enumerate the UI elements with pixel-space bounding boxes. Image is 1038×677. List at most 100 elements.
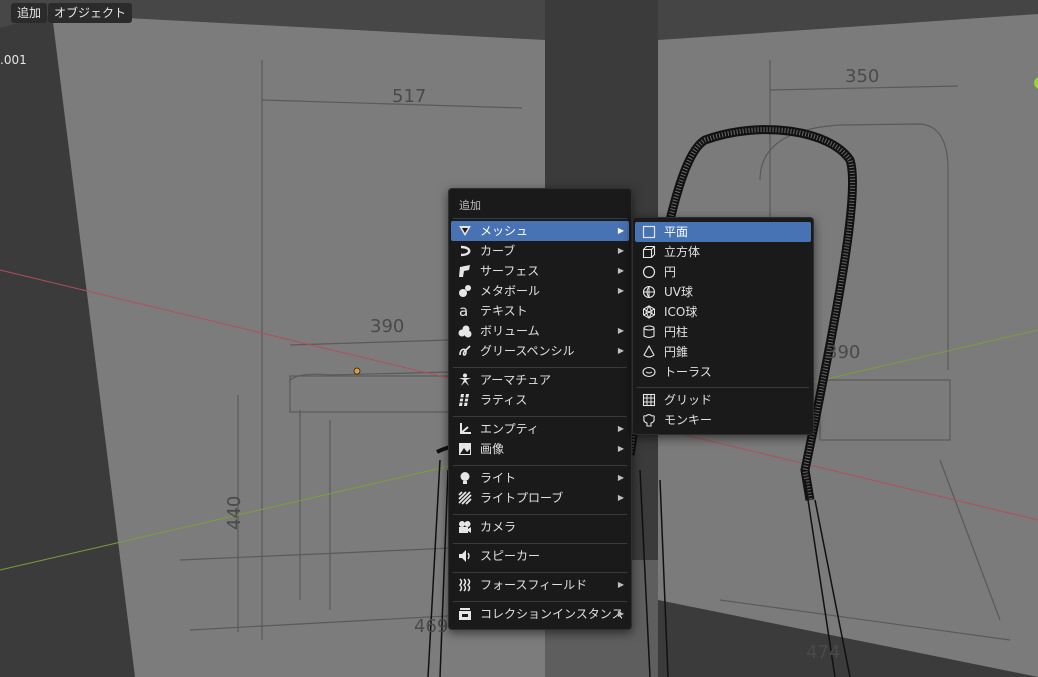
header-add-menu[interactable]: 追加 [11,3,48,23]
dimension-label: 469 [414,616,448,637]
light-icon [460,472,470,484]
dimension-label: 390 [370,316,404,337]
menu-item-empty[interactable]: エンプティ ▶ [451,419,629,439]
menu-item-label: 円 [664,265,677,279]
submenu-arrow-icon: ▶ [617,580,624,589]
plane-icon [642,225,656,239]
menu-item-ico-sphere[interactable]: ICO球 [635,302,811,322]
menu-item-label: 画像 [480,442,505,456]
submenu-arrow-icon: ▶ [617,493,624,502]
menu-item-label: モンキー [664,413,713,427]
menu-item-label: 立方体 [664,245,701,259]
menu-item-lattice[interactable]: ラティス [451,390,629,410]
menu-item-curve[interactable]: カーブ ▶ [451,241,629,261]
empty-icon [460,423,471,434]
submenu-arrow-icon: ▶ [617,424,624,433]
header-object-menu[interactable]: オブジェクト [48,3,133,23]
cylinder-icon [643,325,655,339]
menu-item-force-field[interactable]: フォースフィールド ▶ [451,575,629,595]
add-menu: 追加 メッシュ ▶ カーブ ▶ サーフェス ▶ メタボール ▶ a テキスト ボリューム ▶ グリースペ… [448,188,632,630]
menu-item-label: ラティス [480,393,528,407]
menu-item-uv-sphere[interactable]: UV球 [635,282,811,302]
mesh-submenu: 平面立方体円 UV球 ICO球 円柱円錐トーラスグリッドモンキー [632,217,814,435]
dimension-label: 390 [826,342,860,363]
dimension-label: 440 [224,496,245,530]
menu-item-light[interactable]: ライト ▶ [451,468,629,488]
menu-item-collection-instance[interactable]: コレクションインスタンス ▶ [451,604,629,624]
menu-item-surface[interactable]: サーフェス ▶ [451,261,629,281]
svg-text:a: a [459,304,468,318]
menu-item-cube[interactable]: 立方体 [635,242,811,262]
image-icon [459,443,471,455]
menu-item-label: ライト [480,471,517,485]
menu-item-camera[interactable]: カメラ [451,517,629,537]
menu-item-label: サーフェス [480,264,540,278]
submenu-arrow-icon: ▶ [617,226,624,235]
menu-item-label: アーマチュア [480,373,552,387]
menu-item-label: 平面 [664,225,689,239]
submenu-arrow-icon: ▶ [617,473,624,482]
armature-icon [459,373,471,386]
menu-item-label: グリースペンシル [480,344,575,358]
collection-instance-icon [459,608,471,620]
menu-item-text[interactable]: a テキスト [451,301,629,321]
submenu-arrow-icon: ▶ [617,326,624,335]
dimension-label: 517 [392,86,426,107]
menu-item-label: メッシュ [480,224,529,238]
menu-item-label: テキスト [480,304,528,318]
menu-item-label: グリッド [664,393,713,407]
submenu-arrow-icon: ▶ [617,444,624,453]
text-icon: a [459,304,468,318]
menu-item-metaball[interactable]: メタボール ▶ [451,281,629,301]
uv-sphere-icon [642,285,656,299]
metaball-icon [459,285,471,297]
surface-icon [459,265,470,277]
menu-item-monkey[interactable]: モンキー [635,410,811,430]
menu-item-cone[interactable]: 円錐 [635,342,811,362]
menu-item-grease-pencil[interactable]: グリースペンシル ▶ [451,341,629,361]
ico-sphere-icon [643,305,655,319]
menu-item-image[interactable]: 画像 ▶ [451,439,629,459]
menu-item-armature[interactable]: アーマチュア [451,370,629,390]
grid-icon [642,393,656,407]
light-probe-icon [458,491,472,505]
mesh-icon [459,226,471,236]
menu-item-label: カメラ [480,520,517,534]
add-menu-title: 追加 [459,199,481,212]
submenu-arrow-icon: ▶ [617,266,624,275]
menu-item-label: スピーカー [480,549,541,563]
camera-icon [459,521,471,533]
menu-item-label: 円錐 [664,345,689,359]
menu-item-cylinder[interactable]: 円柱 [635,322,811,342]
force-field-icon [458,578,471,592]
monkey-icon [643,413,655,427]
submenu-arrow-icon: ▶ [617,246,624,255]
menu-item-mesh[interactable]: メッシュ ▶ [451,221,629,241]
circle-icon [642,265,656,279]
menu-item-label: カーブ [480,244,516,258]
dimension-label: 350 [845,66,879,87]
menu-item-label: ライトプローブ [480,491,564,505]
submenu-arrow-icon: ▶ [617,346,624,355]
menu-item-label: エンプティ [480,422,539,436]
menu-item-label: メタボール [480,284,541,298]
menu-item-grid[interactable]: グリッド [635,390,811,410]
menu-item-plane[interactable]: 平面 [635,222,811,242]
menu-item-label: トーラス [664,365,712,379]
cube-icon [642,245,656,259]
menu-item-label: フォースフィールド [480,578,588,592]
menu-item-torus[interactable]: トーラス [635,362,811,382]
menu-item-volume[interactable]: ボリューム ▶ [451,321,629,341]
dimension-label: 474 [806,642,840,663]
menu-item-circle[interactable]: 円 [635,262,811,282]
object-origin-dot[interactable] [353,367,361,375]
submenu-arrow-icon: ▶ [617,609,624,618]
menu-item-label: コレクションインスタンス [480,607,624,621]
menu-item-light-probe[interactable]: ライトプローブ ▶ [451,488,629,508]
cone-icon [643,345,655,358]
menu-item-label: ボリューム [480,324,540,338]
torus-icon [642,366,656,378]
curve-icon [460,245,471,257]
menu-item-speaker[interactable]: スピーカー [451,546,629,566]
menu-item-label: UV球 [664,285,693,299]
